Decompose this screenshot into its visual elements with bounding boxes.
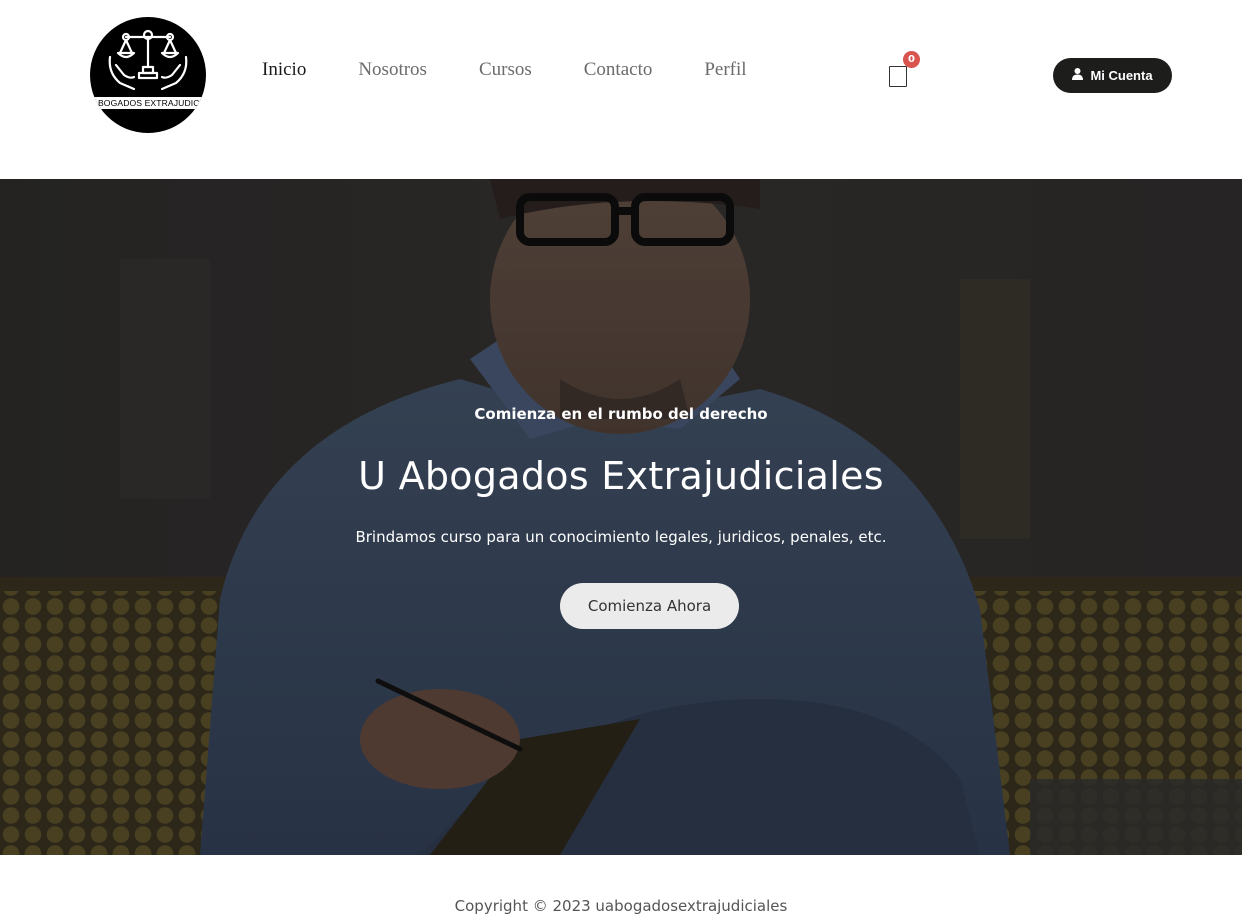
site-header: ABOGADOS EXTRAJUDICIA Inicio Nosotros Cu… [0, 0, 1242, 179]
logo-text: ABOGADOS EXTRAJUDICIA [90, 97, 206, 109]
nav-item-nosotros[interactable]: Nosotros [358, 58, 427, 82]
hero-title: U Abogados Extrajudiciales [358, 454, 884, 498]
account-button-label: Mi Cuenta [1090, 68, 1153, 83]
user-icon [1072, 68, 1084, 83]
nav-item-inicio[interactable]: Inicio [262, 58, 306, 82]
copyright-text: Copyright © 2023 uabogadosextrajudiciale… [454, 897, 788, 915]
start-now-button[interactable]: Comienza Ahora [560, 583, 739, 629]
site-footer: Copyright © 2023 uabogadosextrajudiciale… [0, 855, 1242, 922]
hero-section: Comienza en el rumbo del derecho U Aboga… [0, 179, 1242, 855]
site-logo[interactable]: ABOGADOS EXTRAJUDICIA [90, 17, 206, 133]
cart-icon [889, 66, 907, 87]
cart-button[interactable]: 0 [888, 51, 920, 88]
hero-content: Comienza en el rumbo del derecho U Aboga… [0, 179, 1242, 855]
hero-kicker: Comienza en el rumbo del derecho [474, 405, 768, 423]
main-nav: Inicio Nosotros Cursos Contacto Perfil [262, 58, 799, 82]
nav-item-contacto[interactable]: Contacto [584, 58, 653, 82]
hero-subtitle: Brindamos curso para un conocimiento leg… [355, 528, 887, 546]
nav-item-perfil[interactable]: Perfil [704, 58, 746, 82]
scales-in-hands-icon [108, 29, 188, 91]
nav-item-cursos[interactable]: Cursos [479, 58, 532, 82]
cart-count-badge: 0 [903, 51, 920, 68]
account-button[interactable]: Mi Cuenta [1053, 58, 1172, 93]
